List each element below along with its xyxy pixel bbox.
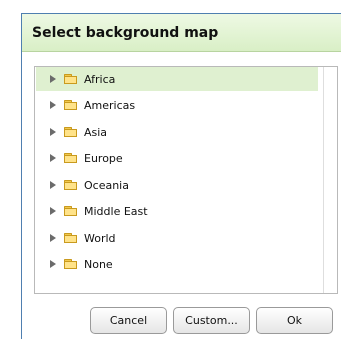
folder-icon bbox=[64, 259, 78, 269]
tree-item-label: World bbox=[84, 231, 116, 245]
folder-icon bbox=[64, 74, 78, 84]
expand-arrow-icon[interactable] bbox=[50, 260, 56, 268]
tree-item-label: Oceania bbox=[84, 178, 129, 192]
tree-item-africa[interactable]: Africa bbox=[36, 67, 318, 91]
tree-item-label: Middle East bbox=[84, 204, 148, 218]
tree-item-oceania[interactable]: Oceania bbox=[36, 173, 318, 197]
expand-arrow-icon[interactable] bbox=[50, 101, 56, 109]
tree-item-asia[interactable]: Asia bbox=[36, 120, 318, 144]
tree-item-none[interactable]: None bbox=[36, 252, 318, 276]
expand-arrow-icon[interactable] bbox=[50, 234, 56, 242]
expand-arrow-icon[interactable] bbox=[50, 154, 56, 162]
folder-icon bbox=[64, 180, 78, 190]
tree-item-europe[interactable]: Europe bbox=[36, 146, 318, 170]
folder-icon bbox=[64, 233, 78, 243]
tree-item-label: Asia bbox=[84, 125, 108, 139]
dialog-header: Select background map bbox=[22, 14, 341, 52]
custom-button[interactable]: Custom... bbox=[173, 307, 250, 334]
cancel-button[interactable]: Cancel bbox=[90, 307, 167, 334]
dialog-title: Select background map bbox=[32, 24, 219, 41]
ok-button[interactable]: Ok bbox=[256, 307, 333, 334]
tree-item-middle-east[interactable]: Middle East bbox=[36, 199, 318, 223]
expand-arrow-icon[interactable] bbox=[50, 207, 56, 215]
map-tree: Africa Americas Asia Europe Oceania Midd… bbox=[34, 66, 338, 294]
expand-arrow-icon[interactable] bbox=[50, 128, 56, 136]
tree-item-label: None bbox=[84, 257, 113, 271]
expand-arrow-icon[interactable] bbox=[50, 181, 56, 189]
tree-item-americas[interactable]: Americas bbox=[36, 93, 318, 117]
tree-item-label: Americas bbox=[84, 98, 136, 112]
expand-arrow-icon[interactable] bbox=[50, 75, 56, 83]
tree-item-label: Africa bbox=[84, 72, 116, 86]
tree-item-world[interactable]: World bbox=[36, 226, 318, 250]
folder-icon bbox=[64, 100, 78, 110]
tree-item-label: Europe bbox=[84, 151, 123, 165]
folder-icon bbox=[64, 206, 78, 216]
select-background-map-dialog: Select background map Africa Americas As… bbox=[21, 13, 341, 339]
tree-scrollbar-track[interactable] bbox=[323, 67, 337, 293]
folder-icon bbox=[64, 127, 78, 137]
folder-icon bbox=[64, 153, 78, 163]
